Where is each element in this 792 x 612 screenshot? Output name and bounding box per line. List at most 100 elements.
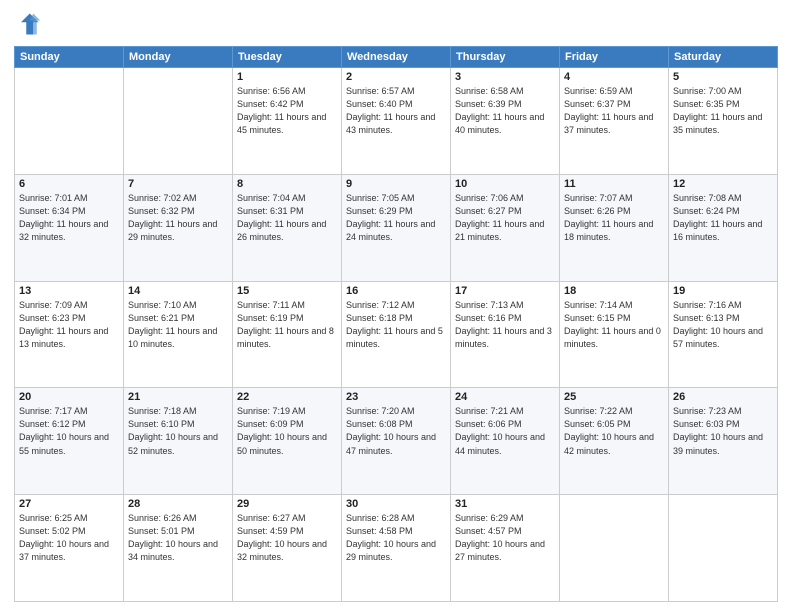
day-info: Sunrise: 7:09 AM Sunset: 6:23 PM Dayligh…	[19, 299, 119, 351]
day-number: 17	[455, 285, 555, 297]
day-info: Sunrise: 7:20 AM Sunset: 6:08 PM Dayligh…	[346, 405, 446, 457]
day-number: 10	[455, 178, 555, 190]
calendar-cell	[669, 495, 778, 602]
calendar-cell: 17Sunrise: 7:13 AM Sunset: 6:16 PM Dayli…	[451, 281, 560, 388]
day-number: 6	[19, 178, 119, 190]
day-number: 5	[673, 71, 773, 83]
day-info: Sunrise: 7:06 AM Sunset: 6:27 PM Dayligh…	[455, 192, 555, 244]
day-info: Sunrise: 6:28 AM Sunset: 4:58 PM Dayligh…	[346, 512, 446, 564]
calendar-header-row: SundayMondayTuesdayWednesdayThursdayFrid…	[15, 47, 778, 68]
calendar-cell: 7 Sunrise: 7:02 AM Sunset: 6:32 PM Daylig…	[124, 174, 233, 281]
calendar-week-row: 13 Sunrise: 7:09 AM Sunset: 6:23 PM Dayli…	[15, 281, 778, 388]
day-number: 7	[128, 178, 228, 190]
calendar-cell: 5 Sunrise: 7:00 AM Sunset: 6:35 PM Daylig…	[669, 68, 778, 175]
day-info: Sunrise: 7:21 AM Sunset: 6:06 PM Dayligh…	[455, 405, 555, 457]
day-number: 28	[128, 498, 228, 510]
day-info: Sunrise: 7:07 AM Sunset: 6:26 PM Dayligh…	[564, 192, 664, 244]
calendar-cell: 19 Sunrise: 7:16 AM Sunset: 6:13 PM Dayli…	[669, 281, 778, 388]
day-number: 25	[564, 391, 664, 403]
day-of-week-header: Saturday	[669, 47, 778, 68]
day-number: 16	[346, 285, 446, 297]
calendar-cell: 13 Sunrise: 7:09 AM Sunset: 6:23 PM Dayli…	[15, 281, 124, 388]
header	[14, 10, 778, 38]
day-info: Sunrise: 7:22 AM Sunset: 6:05 PM Dayligh…	[564, 405, 664, 457]
day-number: 30	[346, 498, 446, 510]
day-number: 31	[455, 498, 555, 510]
day-info: Sunrise: 7:11 AM Sunset: 6:19 PM Dayligh…	[237, 299, 337, 351]
calendar-cell: 12Sunrise: 7:08 AM Sunset: 6:24 PM Dayli…	[669, 174, 778, 281]
day-of-week-header: Friday	[560, 47, 669, 68]
calendar-cell: 2 Sunrise: 6:57 AM Sunset: 6:40 PM Daylig…	[342, 68, 451, 175]
calendar-cell: 23Sunrise: 7:20 AM Sunset: 6:08 PM Dayli…	[342, 388, 451, 495]
day-info: Sunrise: 7:12 AM Sunset: 6:18 PM Dayligh…	[346, 299, 446, 351]
day-info: Sunrise: 6:56 AM Sunset: 6:42 PM Dayligh…	[237, 85, 337, 137]
calendar-cell: 20 Sunrise: 7:17 AM Sunset: 6:12 PM Dayli…	[15, 388, 124, 495]
calendar-cell: 8 Sunrise: 7:04 AM Sunset: 6:31 PM Daylig…	[233, 174, 342, 281]
day-info: Sunrise: 7:01 AM Sunset: 6:34 PM Dayligh…	[19, 192, 119, 244]
calendar-cell: 21 Sunrise: 7:18 AM Sunset: 6:10 PM Dayli…	[124, 388, 233, 495]
day-info: Sunrise: 6:26 AM Sunset: 5:01 PM Dayligh…	[128, 512, 228, 564]
day-info: Sunrise: 7:18 AM Sunset: 6:10 PM Dayligh…	[128, 405, 228, 457]
day-info: Sunrise: 7:02 AM Sunset: 6:32 PM Dayligh…	[128, 192, 228, 244]
day-info: Sunrise: 6:58 AM Sunset: 6:39 PM Dayligh…	[455, 85, 555, 137]
calendar-cell	[124, 68, 233, 175]
day-number: 1	[237, 71, 337, 83]
calendar-cell	[15, 68, 124, 175]
calendar-cell: 22 Sunrise: 7:19 AM Sunset: 6:09 PM Dayli…	[233, 388, 342, 495]
day-number: 9	[346, 178, 446, 190]
day-of-week-header: Sunday	[15, 47, 124, 68]
day-info: Sunrise: 7:17 AM Sunset: 6:12 PM Dayligh…	[19, 405, 119, 457]
calendar-cell: 14 Sunrise: 7:10 AM Sunset: 6:21 PM Dayli…	[124, 281, 233, 388]
calendar-cell: 15 Sunrise: 7:11 AM Sunset: 6:19 PM Dayli…	[233, 281, 342, 388]
calendar-cell: 6 Sunrise: 7:01 AM Sunset: 6:34 PM Daylig…	[15, 174, 124, 281]
day-number: 22	[237, 391, 337, 403]
day-info: Sunrise: 6:25 AM Sunset: 5:02 PM Dayligh…	[19, 512, 119, 564]
calendar-cell: 16 Sunrise: 7:12 AM Sunset: 6:18 PM Dayli…	[342, 281, 451, 388]
calendar-week-row: 27 Sunrise: 6:25 AM Sunset: 5:02 PM Dayli…	[15, 495, 778, 602]
day-info: Sunrise: 6:59 AM Sunset: 6:37 PM Dayligh…	[564, 85, 664, 137]
day-of-week-header: Thursday	[451, 47, 560, 68]
day-info: Sunrise: 7:00 AM Sunset: 6:35 PM Dayligh…	[673, 85, 773, 137]
day-of-week-header: Monday	[124, 47, 233, 68]
day-number: 14	[128, 285, 228, 297]
day-info: Sunrise: 7:04 AM Sunset: 6:31 PM Dayligh…	[237, 192, 337, 244]
day-number: 19	[673, 285, 773, 297]
page: SundayMondayTuesdayWednesdayThursdayFrid…	[0, 0, 792, 612]
day-number: 20	[19, 391, 119, 403]
day-number: 21	[128, 391, 228, 403]
calendar-cell: 28 Sunrise: 6:26 AM Sunset: 5:01 PM Dayli…	[124, 495, 233, 602]
logo-icon	[14, 10, 42, 38]
calendar-cell: 30 Sunrise: 6:28 AM Sunset: 4:58 PM Dayli…	[342, 495, 451, 602]
day-info: Sunrise: 6:27 AM Sunset: 4:59 PM Dayligh…	[237, 512, 337, 564]
day-number: 2	[346, 71, 446, 83]
calendar-week-row: 20 Sunrise: 7:17 AM Sunset: 6:12 PM Dayli…	[15, 388, 778, 495]
day-number: 3	[455, 71, 555, 83]
day-number: 18	[564, 285, 664, 297]
day-number: 29	[237, 498, 337, 510]
day-of-week-header: Tuesday	[233, 47, 342, 68]
calendar-cell: 3 Sunrise: 6:58 AM Sunset: 6:39 PM Daylig…	[451, 68, 560, 175]
calendar-cell: 24Sunrise: 7:21 AM Sunset: 6:06 PM Dayli…	[451, 388, 560, 495]
day-number: 8	[237, 178, 337, 190]
calendar-week-row: 6 Sunrise: 7:01 AM Sunset: 6:34 PM Daylig…	[15, 174, 778, 281]
day-info: Sunrise: 6:57 AM Sunset: 6:40 PM Dayligh…	[346, 85, 446, 137]
logo	[14, 10, 46, 38]
day-info: Sunrise: 7:16 AM Sunset: 6:13 PM Dayligh…	[673, 299, 773, 351]
calendar-table: SundayMondayTuesdayWednesdayThursdayFrid…	[14, 46, 778, 602]
calendar-cell: 27 Sunrise: 6:25 AM Sunset: 5:02 PM Dayli…	[15, 495, 124, 602]
calendar-cell: 29 Sunrise: 6:27 AM Sunset: 4:59 PM Dayli…	[233, 495, 342, 602]
day-number: 13	[19, 285, 119, 297]
day-of-week-header: Wednesday	[342, 47, 451, 68]
day-number: 11	[564, 178, 664, 190]
day-number: 27	[19, 498, 119, 510]
calendar-cell: 4 Sunrise: 6:59 AM Sunset: 6:37 PM Daylig…	[560, 68, 669, 175]
day-info: Sunrise: 7:14 AM Sunset: 6:15 PM Dayligh…	[564, 299, 664, 351]
day-number: 4	[564, 71, 664, 83]
calendar-cell: 25 Sunrise: 7:22 AM Sunset: 6:05 PM Dayli…	[560, 388, 669, 495]
day-info: Sunrise: 7:19 AM Sunset: 6:09 PM Dayligh…	[237, 405, 337, 457]
calendar-cell	[560, 495, 669, 602]
day-info: Sunrise: 7:10 AM Sunset: 6:21 PM Dayligh…	[128, 299, 228, 351]
calendar-cell: 18 Sunrise: 7:14 AM Sunset: 6:15 PM Dayli…	[560, 281, 669, 388]
calendar-cell: 1 Sunrise: 6:56 AM Sunset: 6:42 PM Daylig…	[233, 68, 342, 175]
day-number: 15	[237, 285, 337, 297]
